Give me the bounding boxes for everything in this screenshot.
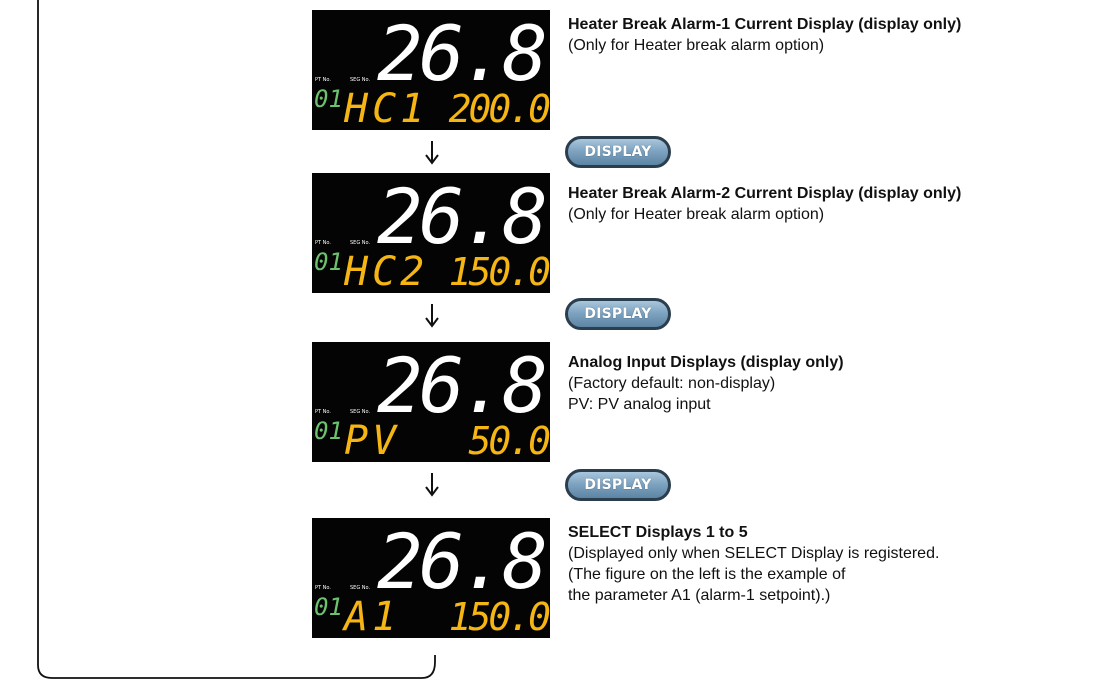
pt-number: 01 (314, 593, 343, 621)
controller-display-panel: 26.8 PT No. SEG No. 01 A1 150.0 (312, 518, 550, 638)
pt-number: 01 (314, 417, 343, 445)
controller-display-panel: 26.8 PT No. SEG No. 01 HC1 200.0 (312, 10, 550, 130)
description-line: PV: PV analog input (568, 396, 711, 413)
display-key[interactable]: DISPLAY (565, 298, 671, 330)
parameter-symbol: HC1 (343, 86, 428, 130)
seg-no-label: SEG No. (350, 409, 371, 415)
parameter-symbol: PV (344, 418, 400, 462)
description-line: (Displayed only when SELECT Display is r… (568, 545, 940, 562)
display-title: SELECT Displays 1 to 5 (568, 524, 748, 541)
parameter-value: 50.0 (468, 419, 550, 462)
down-arrow-icon (425, 304, 439, 328)
description-line: (Factory default: non-display) (568, 375, 776, 392)
seg-no-label: SEG No. (350, 585, 371, 591)
down-arrow-icon (425, 141, 439, 165)
description-line: (The figure on the left is the example o… (568, 566, 846, 583)
display-title: Heater Break Alarm-2 Current Display (di… (568, 185, 962, 202)
parameter-value: 150.0 (449, 250, 550, 293)
parameter-value: 150.0 (449, 595, 550, 638)
seg-no-label: SEG No. (350, 77, 371, 83)
pv-value: 26.8 (377, 342, 544, 430)
pv-value: 26.8 (377, 173, 544, 261)
pt-no-label: PT No. (315, 240, 331, 246)
segment-display: 26.8 PT No. SEG No. 01 HC2 150.0 (314, 173, 550, 293)
parameter-symbol: HC2 (343, 249, 428, 293)
description-line: the parameter A1 (alarm-1 setpoint).) (568, 587, 831, 604)
pv-value: 26.8 (377, 518, 544, 606)
down-arrow-icon (425, 473, 439, 497)
segment-display: 26.8 PT No. SEG No. 01 PV 50.0 (314, 342, 550, 462)
display-description: Heater Break Alarm-1 Current Display (di… (568, 14, 961, 56)
controller-display-panel: 26.8 PT No. SEG No. 01 HC2 150.0 (312, 173, 550, 293)
pt-number: 01 (314, 85, 343, 113)
display-description: Analog Input Displays (display only) (Fa… (568, 352, 844, 415)
display-description: SELECT Displays 1 to 5 (Displayed only w… (568, 522, 939, 606)
parameter-symbol: A1 (341, 594, 400, 638)
display-title: Analog Input Displays (display only) (568, 354, 844, 371)
parameter-value: 200.0 (449, 87, 550, 130)
display-title: Heater Break Alarm-1 Current Display (di… (568, 16, 962, 33)
segment-display: 26.8 PT No. SEG No. 01 A1 150.0 (314, 518, 550, 638)
pt-no-label: PT No. (315, 77, 331, 83)
pt-no-label: PT No. (315, 585, 331, 591)
pt-number: 01 (314, 248, 343, 276)
display-description: Heater Break Alarm-2 Current Display (di… (568, 183, 961, 225)
display-key[interactable]: DISPLAY (565, 136, 671, 168)
segment-display: 26.8 PT No. SEG No. 01 HC1 200.0 (314, 10, 550, 130)
pv-value: 26.8 (377, 10, 544, 98)
description-line: (Only for Heater break alarm option) (568, 37, 825, 54)
seg-no-label: SEG No. (350, 240, 371, 246)
description-line: (Only for Heater break alarm option) (568, 206, 825, 223)
display-key[interactable]: DISPLAY (565, 469, 671, 501)
controller-display-panel: 26.8 PT No. SEG No. 01 PV 50.0 (312, 342, 550, 462)
pt-no-label: PT No. (315, 409, 331, 415)
